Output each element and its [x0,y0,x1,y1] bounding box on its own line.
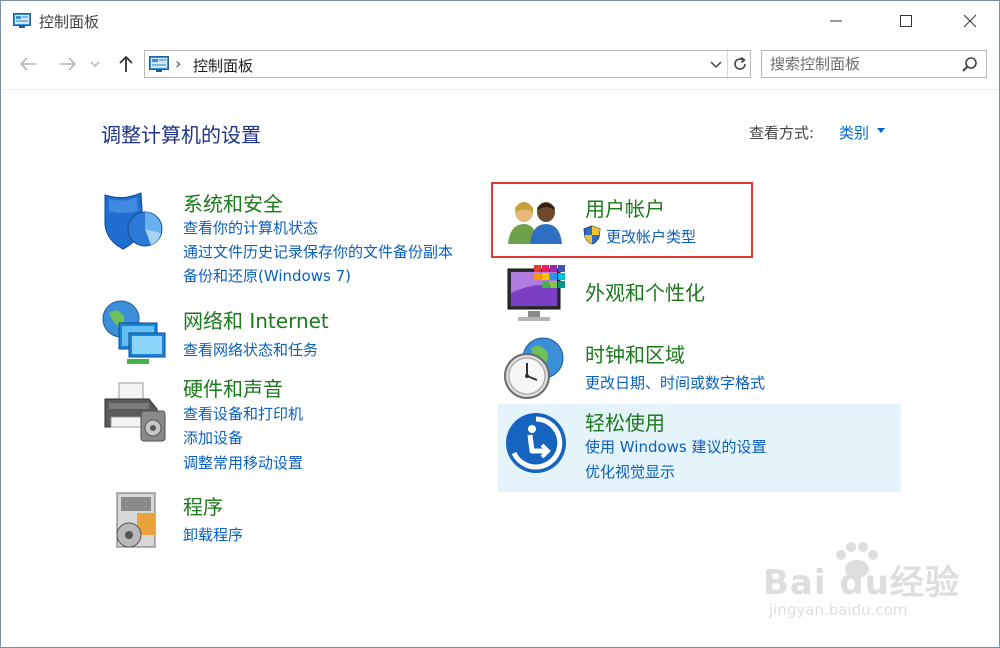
user-accounts-icon[interactable] [506,196,566,246]
maximize-icon [900,15,912,27]
arrow-right-icon [60,57,77,71]
security-shield-icon[interactable] [101,191,167,251]
breadcrumb-separator: › [175,54,182,73]
category-ease-of-access[interactable]: 轻松使用 [585,407,665,436]
link-backup-restore[interactable]: 备份和还原(Windows 7) [183,265,351,286]
chevron-down-icon [90,61,100,67]
link-add-device[interactable]: 添加设备 [183,427,243,448]
view-by-dropdown[interactable]: 类别 [839,122,869,143]
category-user-accounts[interactable]: 用户帐户 [585,193,665,222]
link-file-history-backup[interactable]: 通过文件历史记录保存你的文件备份副本 [183,241,453,262]
link-optimize-display[interactable]: 优化视觉显示 [585,461,675,482]
clock-globe-icon[interactable] [501,336,567,400]
watermark-url: jingyan.baidu.com [769,601,908,619]
refresh-button[interactable] [727,51,751,77]
navigation-bar: › 控制面板 [1,43,999,85]
control-panel-icon [13,13,31,28]
programs-icon[interactable] [109,491,163,551]
link-network-status[interactable]: 查看网络状态和任务 [183,339,318,360]
appearance-icon[interactable] [506,263,570,325]
link-check-computer-status[interactable]: 查看你的计算机状态 [183,217,318,238]
breadcrumb-item[interactable]: 控制面板 [193,55,253,76]
link-change-account-type[interactable]: 更改帐户类型 [606,226,696,247]
refresh-icon [733,56,746,70]
link-mobility-settings[interactable]: 调整常用移动设置 [183,452,303,473]
close-button[interactable] [945,1,995,41]
back-button[interactable] [15,51,41,77]
ease-of-access-icon[interactable] [504,411,568,475]
close-icon [963,14,977,28]
forward-button[interactable] [55,51,81,77]
watermark-brand: Bai du经验 [763,563,960,603]
search-box[interactable] [761,50,987,78]
category-network[interactable]: 网络和 Internet [183,305,329,334]
view-by-label: 查看方式: [749,124,815,142]
link-date-time-format[interactable]: 更改日期、时间或数字格式 [585,372,765,393]
network-globe-icon[interactable] [99,297,169,367]
recent-locations-button[interactable] [87,51,103,77]
uac-shield-icon [583,225,601,245]
arrow-up-icon [119,55,133,72]
arrow-left-icon [19,57,36,71]
title-bar[interactable]: 控制面板 [1,1,999,41]
search-icon[interactable] [960,55,980,75]
link-recommended-settings[interactable]: 使用 Windows 建议的设置 [585,436,767,457]
baidu-jingyan-watermark: Bai du经验 jingyan.baidu.com [751,541,971,631]
toolbar-divider [1,89,999,90]
category-appearance[interactable]: 外观和个性化 [585,277,705,306]
chevron-down-icon[interactable] [877,128,885,133]
up-button[interactable] [113,51,139,77]
address-history-button[interactable] [707,56,725,74]
category-programs[interactable]: 程序 [183,491,223,520]
minimize-button[interactable] [811,1,861,41]
link-uninstall-program[interactable]: 卸载程序 [183,524,243,545]
category-hardware-sound[interactable]: 硬件和声音 [183,373,283,402]
category-clock-region[interactable]: 时钟和区域 [585,339,685,368]
category-system-security[interactable]: 系统和安全 [183,188,283,217]
search-input[interactable] [770,54,950,74]
chevron-down-icon [710,61,722,69]
window-title: 控制面板 [39,13,100,31]
control-panel-icon [149,56,169,72]
control-panel-window: 控制面板 › 控制面板 搜索控制面板 调整计算机的设置 查看方式: 类别 系统和… [0,0,1000,648]
page-title: 调整计算机的设置 [101,123,261,147]
address-bar[interactable]: › 控制面板 [144,50,751,78]
maximize-button[interactable] [881,1,931,41]
minimize-icon [830,20,842,22]
link-devices-printers[interactable]: 查看设备和打印机 [183,403,303,424]
printer-icon[interactable] [101,381,167,443]
